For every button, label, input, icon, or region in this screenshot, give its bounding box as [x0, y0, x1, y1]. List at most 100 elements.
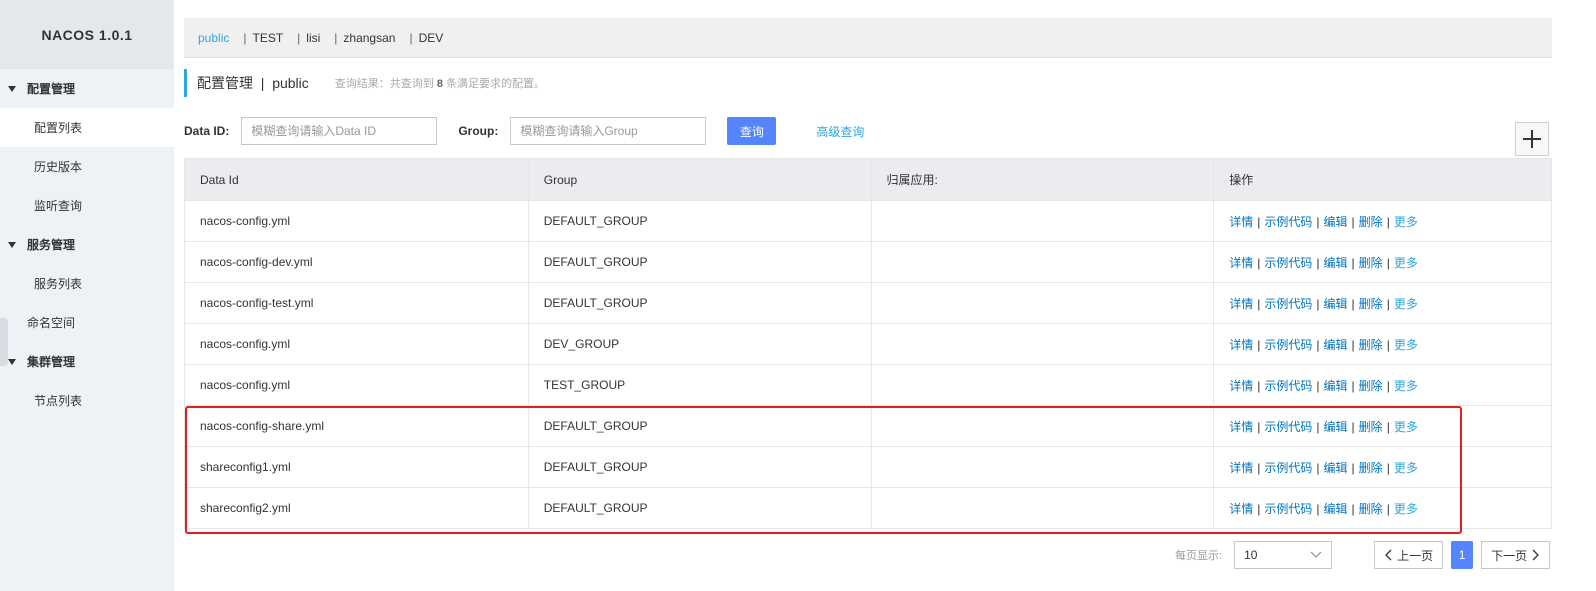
op-more-link[interactable]: 更多: [1394, 502, 1418, 516]
cell-app: [870, 323, 1215, 365]
data-id-input[interactable]: [241, 117, 438, 145]
op-sample-link[interactable]: 示例代码: [1264, 420, 1312, 434]
op-separator: |: [1386, 255, 1390, 270]
sidebar-item-3-0[interactable]: 节点列表: [0, 381, 174, 420]
op-delete-link[interactable]: 删除: [1359, 461, 1383, 475]
namespace-tab-2[interactable]: lisi: [306, 31, 320, 45]
op-edit-link[interactable]: 编辑: [1324, 502, 1348, 516]
op-separator: |: [1386, 296, 1390, 311]
namespace-tab-4[interactable]: DEV: [419, 31, 444, 45]
add-config-button[interactable]: [1515, 122, 1549, 156]
op-detail-link[interactable]: 详情: [1229, 461, 1253, 475]
sidebar-collapse-handle[interactable]: [0, 318, 8, 366]
title-accent-bar: [184, 69, 187, 97]
op-sample-link[interactable]: 示例代码: [1264, 502, 1312, 516]
page-size-value: 10: [1244, 548, 1258, 562]
table-row: nacos-config.yml DEV_GROUP 详情 | 示例代码 | 编辑 | 删除 | 更…: [184, 323, 1552, 365]
op-edit-link[interactable]: 编辑: [1324, 215, 1348, 229]
namespace-tab-0[interactable]: public: [198, 31, 229, 45]
op-detail-link[interactable]: 详情: [1229, 420, 1253, 434]
query-result-summary: 查询结果：共查询到 8 条满足要求的配置。: [335, 75, 545, 91]
result-count: 8: [436, 78, 443, 90]
op-sample-link[interactable]: 示例代码: [1264, 215, 1312, 229]
op-separator: |: [1386, 501, 1390, 516]
table-row: shareconfig1.yml DEFAULT_GROUP 详情 | 示例代码 | 编辑 |…: [184, 446, 1552, 488]
op-detail-link[interactable]: 详情: [1229, 297, 1253, 311]
op-sample-link[interactable]: 示例代码: [1264, 461, 1312, 475]
table-header-row: Data Id Group 归属应用: 操作: [184, 158, 1552, 201]
sidebar-group-0[interactable]: 配置管理: [0, 69, 174, 108]
table-row: nacos-config-test.yml DEFAULT_GROUP 详情 | 示例代…: [184, 282, 1552, 324]
cell-group: TEST_GROUP: [527, 364, 872, 406]
cell-operations: 详情 | 示例代码 | 编辑 | 删除 | 更多: [1213, 282, 1552, 324]
op-detail-link[interactable]: 详情: [1229, 256, 1253, 270]
group-label: Group:: [458, 124, 499, 138]
sidebar-item-0-1[interactable]: 历史版本: [0, 147, 174, 186]
op-delete-link[interactable]: 删除: [1359, 297, 1383, 311]
op-more-link[interactable]: 更多: [1394, 379, 1418, 393]
group-input[interactable]: [510, 117, 707, 145]
sidebar-group-1[interactable]: 服务管理: [0, 225, 174, 264]
op-delete-link[interactable]: 删除: [1359, 215, 1383, 229]
op-more-link[interactable]: 更多: [1394, 461, 1418, 475]
op-delete-link[interactable]: 删除: [1359, 338, 1383, 352]
advanced-query-link[interactable]: 高级查询: [816, 123, 864, 140]
op-edit-link[interactable]: 编辑: [1324, 461, 1348, 475]
op-edit-link[interactable]: 编辑: [1324, 338, 1348, 352]
op-more-link[interactable]: 更多: [1394, 420, 1418, 434]
op-detail-link[interactable]: 详情: [1229, 379, 1253, 393]
cell-operations: 详情 | 示例代码 | 编辑 | 删除 | 更多: [1213, 364, 1552, 406]
op-delete-link[interactable]: 删除: [1359, 379, 1383, 393]
op-delete-link[interactable]: 删除: [1359, 256, 1383, 270]
cell-data-id: nacos-config-test.yml: [184, 282, 529, 324]
app-title: NACOS 1.0.1: [0, 0, 174, 69]
sidebar-item-namespace[interactable]: 命名空间: [0, 303, 174, 342]
op-detail-link[interactable]: 详情: [1229, 215, 1253, 229]
op-more-link[interactable]: 更多: [1394, 338, 1418, 352]
pagination: 每页显示: 10 上一页 1 下一页: [1175, 541, 1551, 569]
data-id-label: Data ID:: [184, 124, 230, 138]
namespace-separator: |: [243, 30, 247, 45]
op-sample-link[interactable]: 示例代码: [1264, 338, 1312, 352]
op-more-link[interactable]: 更多: [1394, 256, 1418, 270]
namespace-separator: |: [297, 30, 301, 45]
op-separator: |: [1351, 337, 1355, 352]
sidebar-group-3[interactable]: 集群管理: [0, 342, 174, 381]
op-separator: |: [1257, 460, 1261, 475]
op-more-link[interactable]: 更多: [1394, 215, 1418, 229]
prev-page-button[interactable]: 上一页: [1374, 541, 1444, 569]
op-detail-link[interactable]: 详情: [1229, 338, 1253, 352]
op-more-link[interactable]: 更多: [1394, 297, 1418, 311]
page-number-current[interactable]: 1: [1451, 541, 1474, 569]
op-sample-link[interactable]: 示例代码: [1264, 379, 1312, 393]
namespace-tab-1[interactable]: TEST: [252, 31, 283, 45]
op-edit-link[interactable]: 编辑: [1324, 420, 1348, 434]
prev-page-label: 上一页: [1397, 548, 1434, 563]
op-separator: |: [1257, 255, 1261, 270]
cell-data-id: shareconfig2.yml: [184, 487, 529, 529]
query-button[interactable]: 查询: [727, 117, 777, 145]
op-detail-link[interactable]: 详情: [1229, 502, 1253, 516]
op-edit-link[interactable]: 编辑: [1324, 297, 1348, 311]
next-page-button[interactable]: 下一页: [1481, 541, 1551, 569]
config-table: Data Id Group 归属应用: 操作 nacos-config.yml D…: [184, 158, 1552, 529]
sidebar-group-label: 服务管理: [27, 238, 76, 252]
op-separator: |: [1351, 460, 1355, 475]
page-size-select[interactable]: 10: [1234, 541, 1333, 569]
sidebar-item-1-0[interactable]: 服务列表: [0, 264, 174, 303]
op-delete-link[interactable]: 删除: [1359, 420, 1383, 434]
op-edit-link[interactable]: 编辑: [1324, 379, 1348, 393]
op-edit-link[interactable]: 编辑: [1324, 256, 1348, 270]
op-sample-link[interactable]: 示例代码: [1264, 256, 1312, 270]
op-delete-link[interactable]: 删除: [1359, 502, 1383, 516]
column-header-app: 归属应用:: [870, 158, 1215, 201]
op-separator: |: [1257, 419, 1261, 434]
sidebar-item-0-0[interactable]: 配置列表: [0, 108, 174, 147]
sidebar-item-0-2[interactable]: 监听查询: [0, 186, 174, 225]
sidebar-group-label: 配置管理: [27, 82, 76, 96]
cell-data-id: nacos-config.yml: [184, 323, 529, 365]
sidebar: NACOS 1.0.1 配置管理配置列表 历史版本 监听查询服务管理服务列表 命名空间…: [0, 0, 174, 591]
op-sample-link[interactable]: 示例代码: [1264, 297, 1312, 311]
cell-operations: 详情 | 示例代码 | 编辑 | 删除 | 更多: [1213, 446, 1552, 488]
namespace-tab-3[interactable]: zhangsan: [343, 31, 395, 45]
